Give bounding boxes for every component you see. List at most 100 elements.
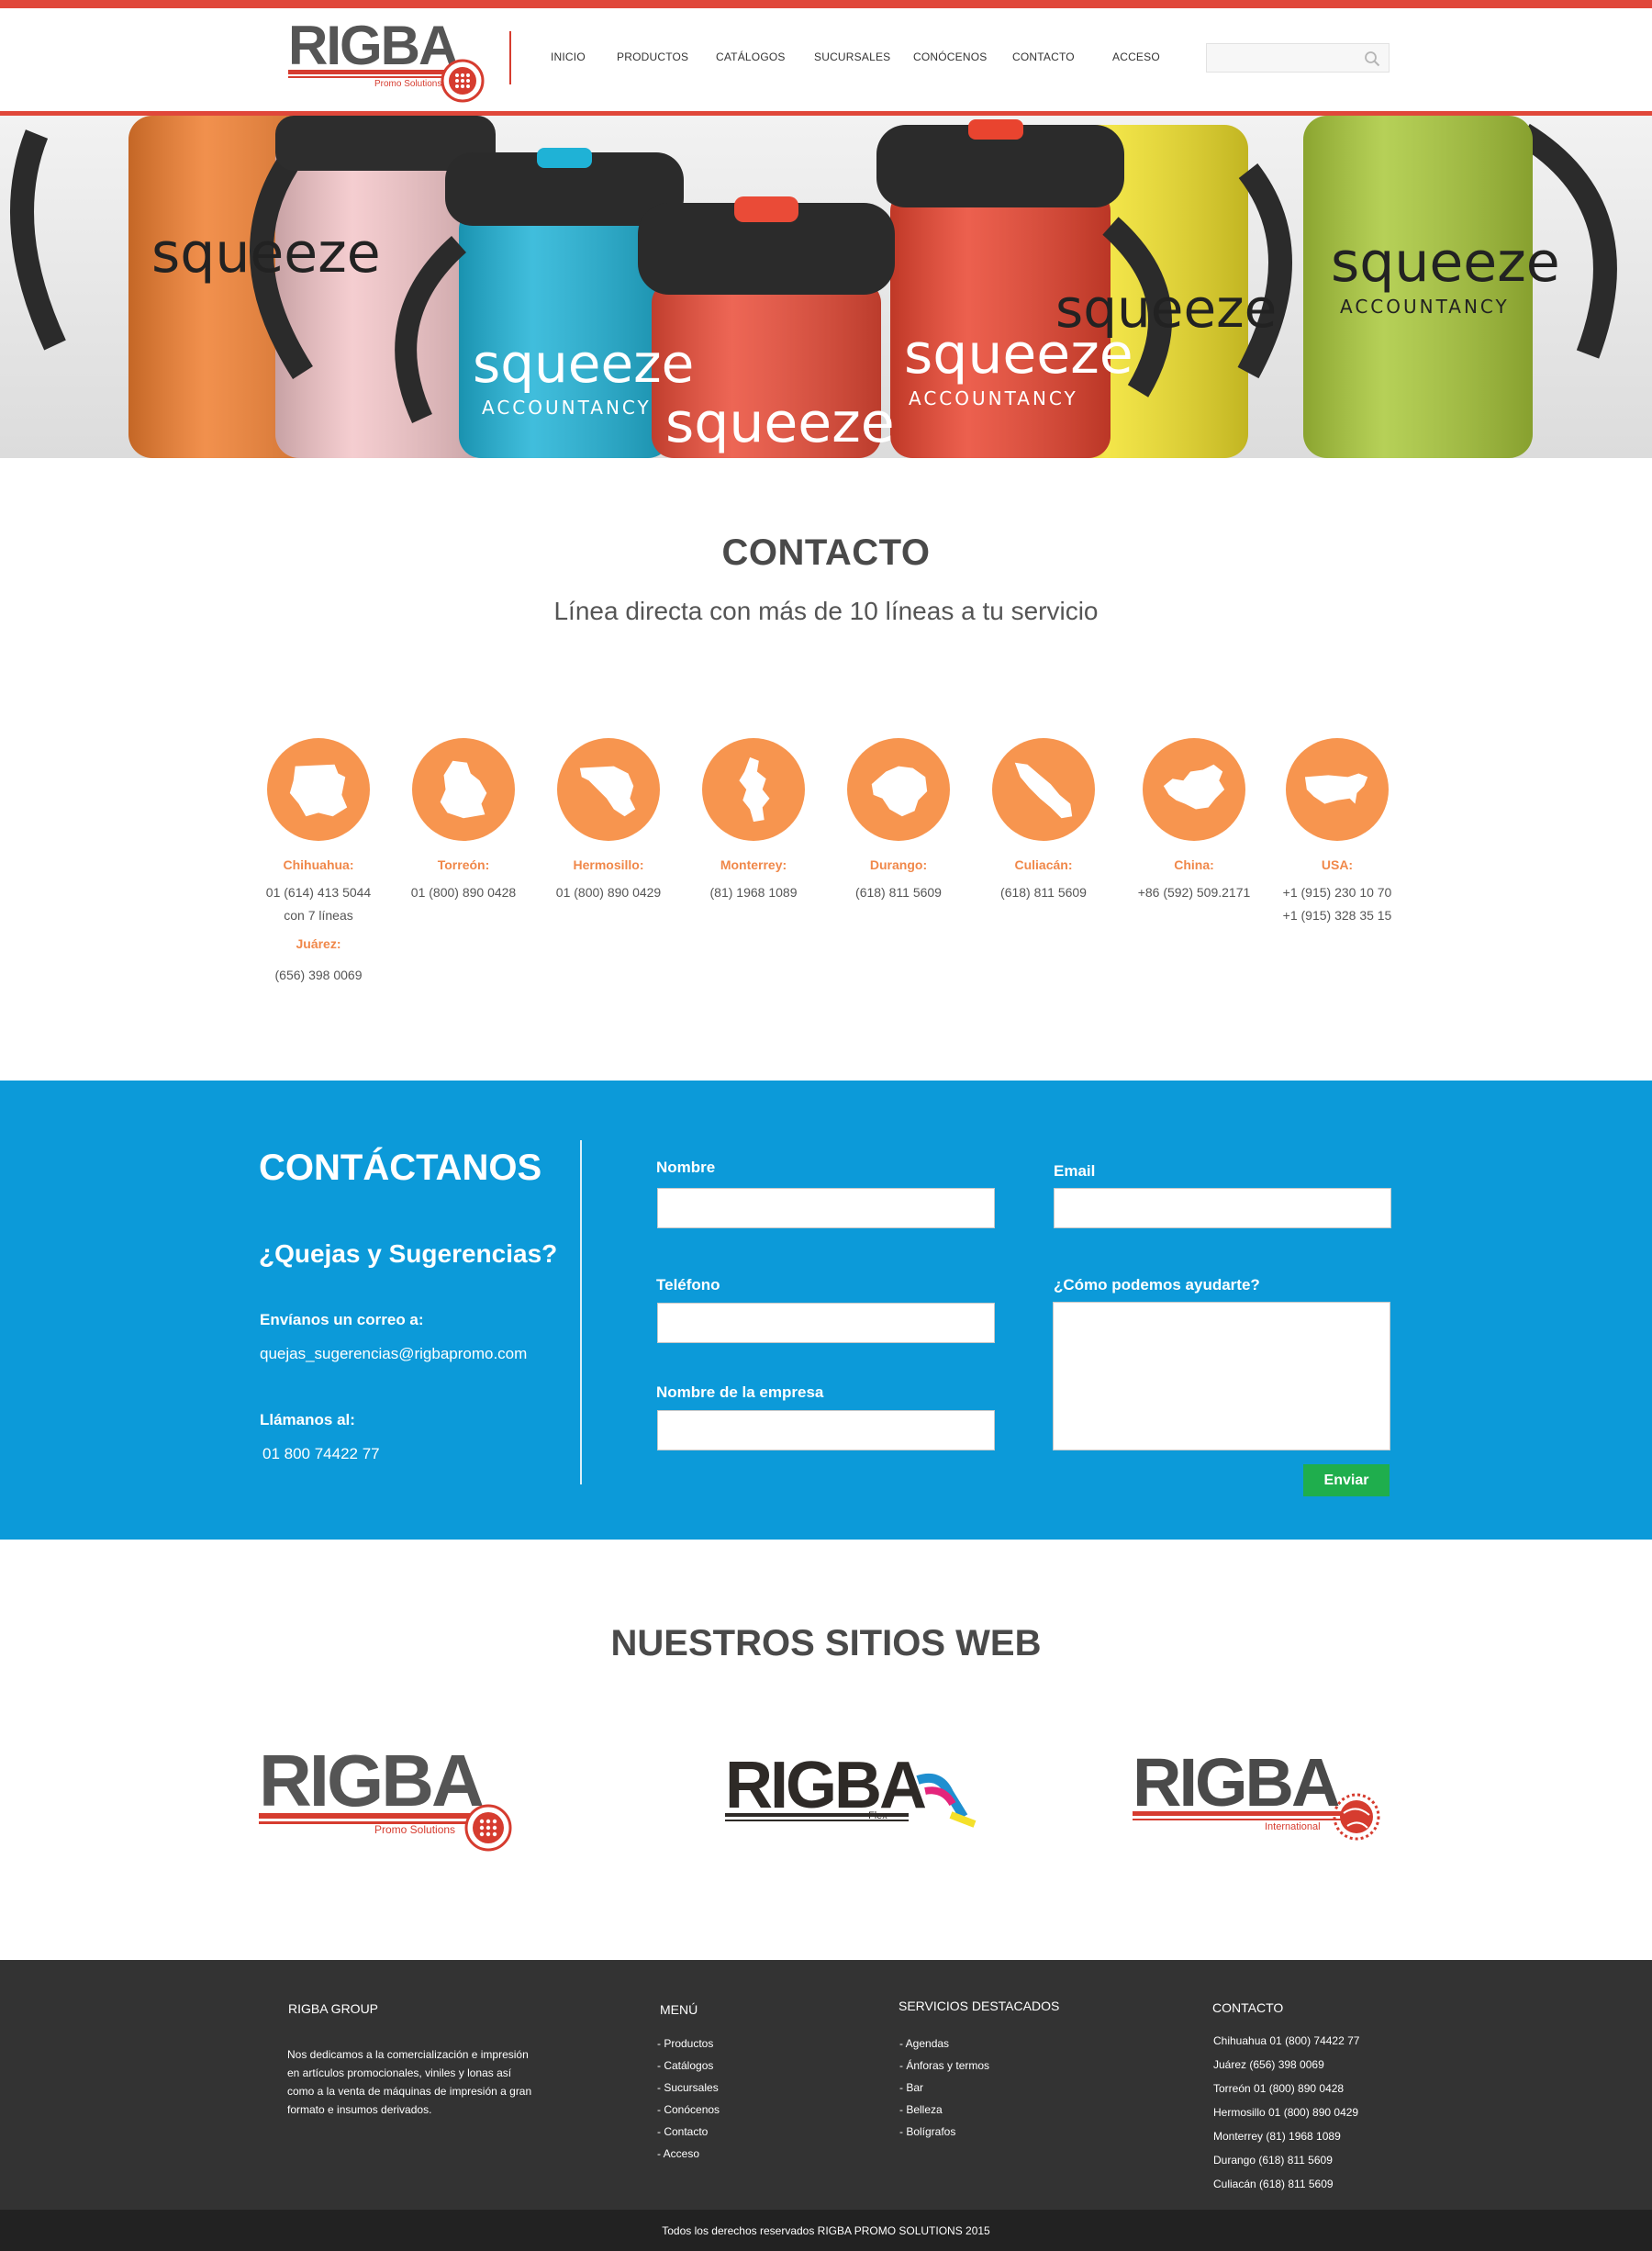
footer-contact-item: Torreón 01 (800) 890 0428	[1213, 2082, 1345, 2095]
nav-contacto[interactable]: CONTACTO	[1012, 50, 1075, 63]
top-accent-bar	[0, 0, 1652, 8]
footer-link-productos[interactable]: - Productos	[657, 2033, 720, 2055]
empresa-field[interactable]	[657, 1410, 995, 1450]
nav-acceso[interactable]: ACCESO	[1112, 50, 1160, 63]
telefono-label: Teléfono	[656, 1276, 720, 1293]
nav-sucursales[interactable]: SUCURSALES	[814, 50, 890, 63]
footer-about-text: Nos dedicamos a la comercialización e im…	[287, 2048, 532, 2116]
coahuila-map-icon	[412, 738, 515, 841]
svg-text:Promo Solutions: Promo Solutions	[374, 1823, 455, 1836]
quejas-subtitle: ¿Quejas y Sugerencias?	[259, 1239, 558, 1268]
branch-phone: 01 (800) 890 0429	[555, 885, 662, 900]
svg-text:ACCOUNTANCY: ACCOUNTANCY	[1340, 296, 1510, 318]
footer-services-list: - Agendas - Ánforas y termos - Bar - Bel…	[899, 2033, 989, 2143]
branch-city: Culiacán:	[1014, 857, 1073, 872]
branch-phone-secondary: (656) 398 0069	[274, 968, 363, 982]
footer-services-title: SERVICIOS DESTACADOS	[899, 1999, 1060, 2013]
branch-city: Durango:	[869, 857, 928, 872]
ayuda-label: ¿Cómo podemos ayudarte?	[1054, 1276, 1260, 1293]
search-box	[1206, 43, 1390, 73]
svg-text:RIGBA: RIGBA	[725, 1749, 926, 1822]
branch-phone: (81) 1968 1089	[709, 885, 798, 900]
branch-chihuahua: Chihuahua: 01 (614) 413 5044 con 7 línea…	[250, 738, 387, 987]
branch-phone: (618) 811 5609	[1000, 885, 1087, 900]
nav-catalogos[interactable]: CATÁLOGOS	[716, 50, 786, 63]
footer-link-sucursales[interactable]: - Sucursales	[657, 2077, 720, 2099]
footer-contact-list: Chihuahua 01 (800) 74422 77 Juárez (656)…	[1213, 2029, 1359, 2196]
rigba-international-logo[interactable]: RIGBA International	[1131, 1740, 1397, 1850]
nuevo-leon-map-icon	[702, 738, 805, 841]
telefono-field[interactable]	[657, 1303, 995, 1343]
search-icon[interactable]	[1364, 50, 1380, 67]
phone-label: Llámanos al:	[260, 1411, 355, 1428]
contact-title: CONTACTO	[721, 532, 931, 573]
site-footer	[0, 1960, 1652, 2210]
sinaloa-map-icon	[992, 738, 1095, 841]
rigba-flex-logo[interactable]: RIGBA Flex	[723, 1740, 989, 1841]
copyright-text: Todos los derechos reservados RIGBA PROM…	[662, 2224, 990, 2237]
branch-durango: Durango: (618) 811 5609	[830, 738, 967, 904]
branch-city: USA:	[1321, 857, 1354, 872]
form-divider	[580, 1140, 582, 1484]
footer-service-bar[interactable]: - Bar	[899, 2077, 989, 2099]
svg-text:squeeze: squeeze	[473, 332, 694, 395]
footer-contact-item: Monterrey (81) 1968 1089	[1213, 2130, 1341, 2143]
contactanos-title: CONTÁCTANOS	[259, 1148, 542, 1188]
branch-phone: +86 (592) 509.2171	[1137, 885, 1251, 900]
footer-link-conocenos[interactable]: - Conócenos	[657, 2099, 720, 2121]
svg-text:Flex: Flex	[868, 1810, 887, 1821]
branch-hermosillo: Hermosillo: 01 (800) 890 0429	[540, 738, 677, 904]
email-form-label: Email	[1054, 1162, 1096, 1180]
nombre-field[interactable]	[657, 1188, 995, 1228]
nav-productos[interactable]: PRODUCTOS	[617, 50, 688, 63]
branch-phone-line: +1 (915) 328 35 15	[1282, 908, 1392, 923]
footer-menu-title: MENÚ	[660, 2002, 698, 2017]
footer-contact-item: Chihuahua 01 (800) 74422 77	[1213, 2034, 1360, 2047]
rigba-promo-logo[interactable]: RIGBA Promo Solutions	[286, 15, 488, 103]
enviar-button[interactable]: Enviar	[1303, 1464, 1390, 1496]
svg-text:RIGBA: RIGBA	[1133, 1744, 1339, 1820]
footer-contact-item: Culiacán (618) 811 5609	[1213, 2178, 1334, 2190]
footer-contact-item: Juárez (656) 398 0069	[1213, 2058, 1324, 2071]
usa-map-icon	[1286, 738, 1389, 841]
svg-text:squeeze: squeeze	[665, 391, 895, 455]
footer-contact-title: CONTACTO	[1212, 2000, 1284, 2015]
footer-menu-list: - Productos - Catálogos - Sucursales - C…	[657, 2033, 720, 2165]
ayuda-textarea[interactable]	[1053, 1302, 1390, 1450]
footer-service-boligrafos[interactable]: - Bolígrafos	[899, 2121, 989, 2143]
footer-link-acceso[interactable]: - Acceso	[657, 2143, 720, 2165]
footer-service-anforas[interactable]: - Ánforas y termos	[899, 2055, 989, 2077]
branch-phone: (618) 811 5609	[855, 885, 942, 900]
search-input[interactable]	[1207, 44, 1354, 72]
email-field[interactable]	[1054, 1188, 1391, 1228]
branch-phone: 01 (614) 413 5044 con 7 líneas	[250, 881, 387, 927]
footer-service-agendas[interactable]: - Agendas	[899, 2033, 989, 2055]
nav-conocenos[interactable]: CONÓCENOS	[913, 50, 987, 63]
branch-usa: USA: +1 (915) 230 10 70 +1 (915) 328 35 …	[1268, 738, 1406, 927]
rigba-promo-solutions-logo[interactable]: RIGBA Promo Solutions	[257, 1740, 523, 1852]
logo-divider	[509, 31, 511, 84]
email-label: Envíanos un correo a:	[260, 1311, 424, 1328]
footer-link-catalogos[interactable]: - Catálogos	[657, 2055, 720, 2077]
footer-service-belleza[interactable]: - Belleza	[899, 2099, 989, 2121]
nav-inicio[interactable]: INICIO	[551, 50, 586, 63]
branch-monterrey: Monterrey: (81) 1968 1089	[685, 738, 822, 904]
empresa-label: Nombre de la empresa	[656, 1383, 824, 1401]
footer-link-contacto[interactable]: - Contacto	[657, 2121, 720, 2143]
svg-text:ACCOUNTANCY: ACCOUNTANCY	[909, 387, 1078, 409]
sonora-map-icon	[557, 738, 660, 841]
contact-subtitle: Línea directa con más de 10 líneas a tu …	[553, 597, 1099, 625]
branch-phone-line: 01 (614) 413 5044	[265, 885, 372, 900]
svg-text:squeeze: squeeze	[1055, 277, 1277, 340]
svg-text:squeeze: squeeze	[1331, 230, 1560, 295]
durango-map-icon	[847, 738, 950, 841]
nombre-label: Nombre	[656, 1159, 716, 1176]
branch-china: China: +86 (592) 509.2171	[1125, 738, 1263, 904]
svg-text:Promo Solutions: Promo Solutions	[374, 79, 441, 89]
branch-culiacan: Culiacán: (618) 811 5609	[975, 738, 1112, 904]
branch-phone: 01 (800) 890 0428	[410, 885, 517, 900]
phone-link[interactable]: 01 800 74422 77	[262, 1445, 380, 1463]
branch-phone-line: +1 (915) 230 10 70	[1282, 885, 1392, 900]
svg-text:ACCOUNTANCY: ACCOUNTANCY	[482, 397, 652, 419]
email-link[interactable]: quejas_sugerencias@rigbapromo.com	[260, 1345, 527, 1363]
